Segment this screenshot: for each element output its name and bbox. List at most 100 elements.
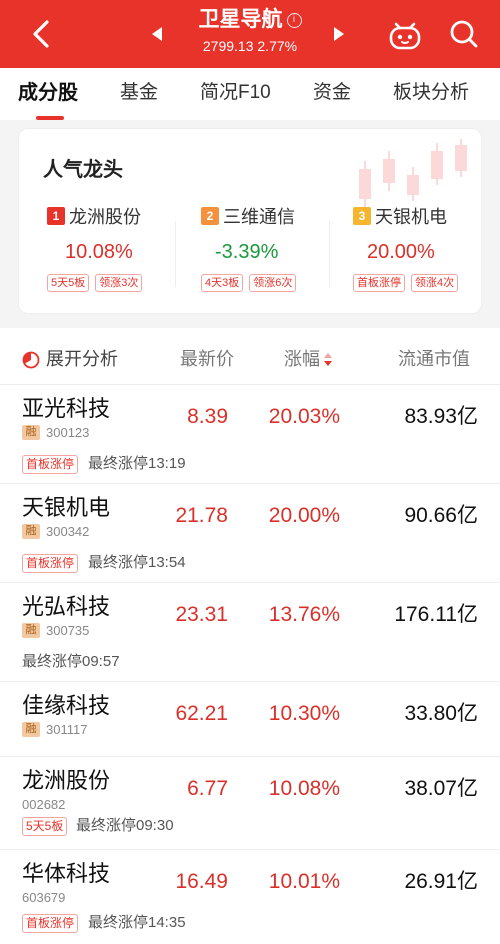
leader-change: -3.39% — [215, 241, 279, 263]
stock-change: 20.03% — [268, 405, 340, 428]
pie-chart-icon — [22, 351, 40, 369]
leader-change: 20.00% — [367, 241, 435, 263]
stock-mcap: 33.80亿 — [404, 702, 478, 725]
stock-name: 佳缘科技 — [22, 693, 111, 718]
limit-tag: 首板涨停 — [22, 914, 79, 933]
constituents-table: 展开分析 最新价 涨幅 流通市值 亚光科技 融 300123 8.39 20.0… — [0, 328, 500, 944]
stock-price: 6.77 — [187, 777, 228, 800]
candlestick-decoration-icon — [359, 139, 467, 207]
back-button[interactable] — [22, 14, 62, 54]
stock-name: 光弘科技 — [22, 594, 111, 619]
stock-mcap: 176.11亿 — [394, 603, 478, 626]
col-header-change[interactable]: 涨幅 — [284, 348, 332, 370]
col-header-price[interactable]: 最新价 — [180, 348, 234, 370]
chevron-left-icon — [33, 20, 49, 48]
leader-tag: 领涨4次 — [411, 274, 459, 292]
stock-mcap: 38.07亿 — [404, 777, 478, 800]
top-bar: 卫星导航 i 2799.13 2.77% — [0, 0, 500, 68]
limit-time: 最终涨停14:35 — [88, 914, 186, 931]
leader-tag: 5天5板 — [47, 274, 90, 292]
table-header: 展开分析 最新价 涨幅 流通市值 — [0, 328, 500, 386]
table-row[interactable]: 天银机电 融 300342 21.78 20.00% 90.66亿 首板涨停 最… — [0, 483, 500, 583]
stock-price: 16.49 — [175, 870, 228, 893]
stock-code: 301117 — [46, 722, 88, 737]
active-tab-indicator — [36, 116, 64, 120]
stock-change: 10.30% — [268, 702, 340, 725]
page-title: 卫星导航 — [198, 8, 283, 31]
col-header-change-label: 涨幅 — [284, 349, 320, 369]
tab-sector-analysis[interactable]: 板块分析 — [393, 80, 469, 106]
header-title-block[interactable]: 卫星导航 i 2799.13 2.77% — [150, 6, 350, 62]
stock-name: 华体科技 — [22, 861, 111, 886]
stock-price: 62.21 — [175, 702, 228, 725]
leader-item[interactable]: 3 天银机电 20.00% 首板涨停 领涨4次 — [353, 203, 481, 303]
stock-mcap: 83.93亿 — [404, 405, 478, 428]
divider — [329, 221, 330, 287]
stock-price: 23.31 — [175, 603, 228, 626]
stock-change: 10.08% — [268, 777, 340, 800]
limit-time: 最终涨停13:54 — [88, 554, 186, 571]
leader-tag: 首板涨停 — [353, 274, 405, 292]
table-row[interactable]: 龙洲股份 002682 6.77 10.08% 38.07亿 5天5板 最终涨停… — [0, 756, 500, 850]
stock-price: 21.78 — [175, 504, 228, 527]
rank-badge: 3 — [353, 207, 371, 225]
leader-change: 10.08% — [65, 241, 133, 263]
margin-badge: 融 — [22, 425, 40, 440]
leader-item[interactable]: 1 龙洲股份 10.08% 5天5板 领涨3次 — [47, 203, 187, 303]
stock-code: 603679 — [22, 890, 66, 905]
stock-change: 10.01% — [268, 870, 340, 893]
limit-time: 最终涨停09:57 — [22, 653, 120, 670]
table-row[interactable]: 光弘科技 融 300735 23.31 13.76% 176.11亿 最终涨停0… — [0, 582, 500, 682]
leader-name: 天银机电 — [375, 207, 447, 227]
tab-f10[interactable]: 简况F10 — [200, 80, 271, 106]
leader-tag: 领涨3次 — [95, 274, 143, 292]
limit-time: 最终涨停09:30 — [76, 817, 174, 834]
popular-leaders-card: 人气龙头 1 龙洲股份 10.08% 5天5板 领涨3次 2 三维通信 -3.39%… — [18, 128, 482, 314]
stock-code: 300735 — [46, 623, 90, 638]
robot-icon — [389, 22, 421, 50]
stock-code: 002682 — [22, 797, 66, 812]
stock-mcap: 26.91亿 — [404, 870, 478, 893]
stock-name: 龙洲股份 — [22, 768, 111, 793]
tab-funds[interactable]: 基金 — [120, 80, 158, 106]
leader-name: 龙洲股份 — [69, 207, 141, 227]
stock-code: 300123 — [46, 425, 90, 440]
margin-badge: 融 — [22, 722, 40, 737]
stock-change: 13.76% — [268, 603, 340, 626]
leader-item[interactable]: 2 三维通信 -3.39% 4天3板 领涨6次 — [201, 203, 341, 303]
info-icon[interactable]: i — [286, 12, 302, 28]
stock-code: 300342 — [46, 524, 90, 539]
col-header-mcap[interactable]: 流通市值 — [398, 348, 470, 370]
margin-badge: 融 — [22, 623, 40, 638]
rank-badge: 2 — [201, 207, 219, 225]
limit-tag: 首板涨停 — [22, 455, 79, 474]
leader-tag: 领涨6次 — [249, 274, 297, 292]
stock-name: 天银机电 — [22, 495, 111, 520]
limit-tag: 首板涨停 — [22, 554, 79, 573]
rank-badge: 1 — [47, 207, 65, 225]
tab-bar: 成分股 基金 简况F10 资金 板块分析 — [0, 68, 500, 120]
sort-desc-icon — [324, 353, 332, 367]
margin-badge: 融 — [22, 524, 40, 539]
table-row[interactable]: 华体科技 603679 16.49 10.01% 26.91亿 首板涨停 最终涨… — [0, 849, 500, 944]
divider — [175, 221, 176, 287]
leader-tag: 4天3板 — [201, 274, 244, 292]
search-button[interactable] — [448, 18, 480, 50]
stock-change: 20.00% — [268, 504, 340, 527]
table-row[interactable]: 亚光科技 融 300123 8.39 20.03% 83.93亿 首板涨停 最终… — [0, 384, 500, 484]
leader-name: 三维通信 — [223, 207, 295, 227]
search-icon — [450, 20, 478, 48]
assistant-button[interactable] — [387, 17, 423, 53]
expand-analysis-button[interactable]: 展开分析 — [46, 348, 118, 370]
tab-capital[interactable]: 资金 — [313, 80, 351, 106]
table-row[interactable]: 佳缘科技 融 301117 62.21 10.30% 33.80亿 — [0, 681, 500, 757]
next-sector-button[interactable] — [334, 27, 344, 41]
tab-constituents[interactable]: 成分股 — [18, 80, 78, 106]
index-quote: 2799.13 2.77% — [202, 38, 298, 54]
card-title: 人气龙头 — [43, 159, 123, 181]
limit-tag: 5天5板 — [22, 817, 68, 836]
stock-name: 亚光科技 — [22, 396, 111, 421]
stock-mcap: 90.66亿 — [404, 504, 478, 527]
limit-time: 最终涨停13:19 — [88, 455, 186, 472]
stock-price: 8.39 — [187, 405, 228, 428]
